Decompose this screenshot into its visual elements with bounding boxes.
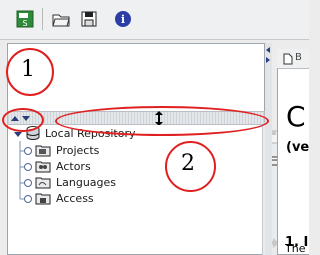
node-handle-icon[interactable] (23, 146, 33, 156)
document-panel: C (ve 1. I The (277, 49, 309, 255)
info-icon[interactable]: i (114, 10, 132, 28)
tree-item-projects[interactable]: Projects (56, 145, 99, 157)
folder-icon (35, 193, 51, 205)
sql-script-icon[interactable]: S (16, 10, 34, 28)
folder-icon (35, 177, 51, 189)
body-text-fragment: The (285, 242, 306, 255)
open-folder-icon[interactable] (52, 10, 70, 28)
node-handle-icon[interactable] (23, 178, 33, 188)
tree-item-access[interactable]: Access (56, 193, 94, 205)
annotation-number-1: 1 (21, 57, 35, 82)
document-tab[interactable]: B (277, 49, 309, 69)
annotation-ellipse-arrows (2, 108, 44, 132)
toolbar-separator (42, 8, 43, 30)
node-handle-icon[interactable] (23, 194, 33, 204)
folder-icon (35, 145, 51, 157)
collapse-arrows-icon[interactable] (265, 46, 272, 66)
annotation-ellipse-splitter (55, 106, 269, 136)
repository-tree-panel: Local Repository Projects Actors Languag… (7, 125, 265, 255)
annotation-number-2: 2 (181, 151, 195, 176)
tab-label: B (295, 52, 302, 63)
tree-item-languages[interactable]: Languages (56, 177, 116, 189)
svg-text:i: i (121, 13, 125, 26)
svg-text:S: S (22, 19, 27, 28)
vertical-split-divider[interactable] (265, 43, 272, 255)
document-subtitle-fragment: (ve (286, 140, 310, 155)
save-disk-icon[interactable] (80, 10, 98, 28)
folder-icon (35, 161, 51, 173)
main-toolbar: S i (0, 0, 309, 40)
document-icon (283, 53, 293, 65)
tree-item-actors[interactable]: Actors (56, 161, 91, 173)
document-title-fragment: C (286, 100, 306, 133)
node-handle-icon[interactable] (23, 162, 33, 172)
